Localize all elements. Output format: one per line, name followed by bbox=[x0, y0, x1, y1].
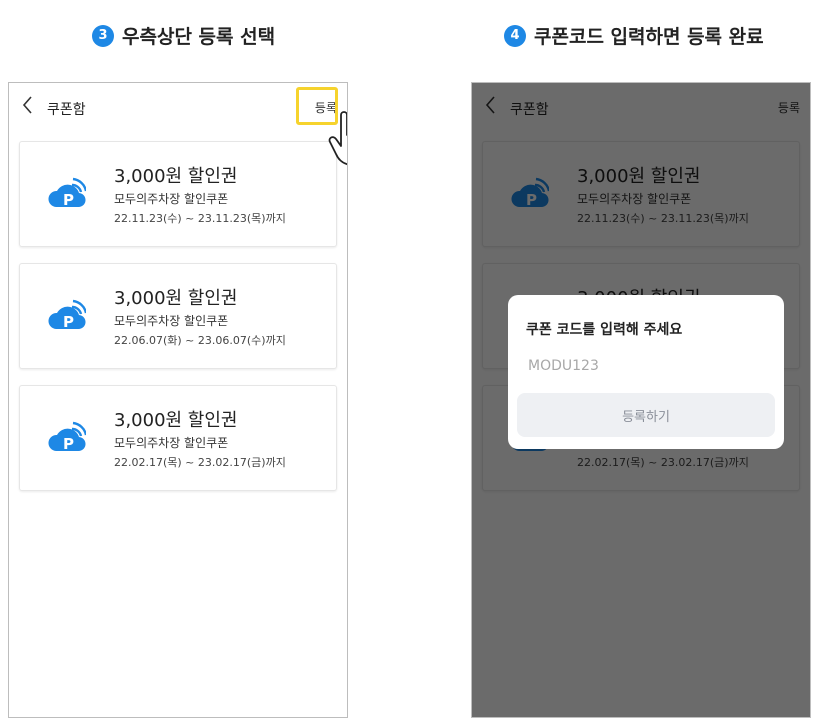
chevron-left-icon[interactable] bbox=[21, 95, 33, 120]
pointing-hand-icon bbox=[328, 111, 347, 166]
step-title: 쿠폰코드 입력하면 등록 완료 bbox=[534, 26, 764, 48]
coupon-name: 모두의주차장 할인쿠폰 bbox=[114, 314, 229, 328]
coupon-code-input[interactable]: MODU123 bbox=[528, 358, 599, 374]
step-number-badge: 4 bbox=[504, 24, 526, 47]
dialog-title: 쿠폰 코드를 입력해 주세요 bbox=[526, 322, 683, 338]
coupon-period: 22.06.07(화) ~ 23.06.07(수)까지 bbox=[114, 334, 286, 347]
coupon-card[interactable]: P 3,000원 할인권 모두의주차장 할인쿠폰 22.11.23(수) ~ 2… bbox=[19, 141, 337, 247]
step-number-badge: 3 bbox=[92, 24, 114, 47]
step-3-header: 3 우측상단 등록 선택 bbox=[92, 22, 275, 49]
coupon-register-screen: 쿠폰함 등록 P 3,000원 할인권 모두의주차장 할인쿠폰 22.11.23… bbox=[471, 82, 811, 718]
coupon-card[interactable]: P 3,000원 할인권 모두의주차장 할인쿠폰 22.06.07(화) ~ 2… bbox=[19, 263, 337, 369]
coupon-amount: 3,000원 할인권 bbox=[114, 288, 238, 309]
coupon-amount: 3,000원 할인권 bbox=[114, 410, 238, 431]
coupon-card[interactable]: P 3,000원 할인권 모두의주차장 할인쿠폰 22.02.17(목) ~ 2… bbox=[19, 385, 337, 491]
svg-text:P: P bbox=[63, 191, 74, 209]
svg-text:P: P bbox=[63, 313, 74, 331]
coupon-box-screen: 쿠폰함 등록 P 3,000원 할인권 모두의주차장 할인쿠폰 22.11.23… bbox=[8, 82, 348, 718]
step-4-header: 4 쿠폰코드 입력하면 등록 완료 bbox=[504, 22, 764, 49]
coupon-code-dialog: 쿠폰 코드를 입력해 주세요 MODU123 등록하기 bbox=[508, 295, 784, 449]
modu-parking-logo-icon: P bbox=[48, 177, 86, 209]
submit-register-button[interactable]: 등록하기 bbox=[517, 393, 775, 437]
modu-parking-logo-icon: P bbox=[48, 421, 86, 453]
modu-parking-logo-icon: P bbox=[48, 299, 86, 331]
coupon-name: 모두의주차장 할인쿠폰 bbox=[114, 192, 229, 206]
step-title: 우측상단 등록 선택 bbox=[122, 26, 276, 48]
svg-text:P: P bbox=[63, 435, 74, 453]
coupon-period: 22.02.17(목) ~ 23.02.17(금)까지 bbox=[114, 456, 286, 469]
coupon-period: 22.11.23(수) ~ 23.11.23(목)까지 bbox=[114, 212, 286, 225]
coupon-amount: 3,000원 할인권 bbox=[114, 166, 238, 187]
coupon-name: 모두의주차장 할인쿠폰 bbox=[114, 436, 229, 450]
page-title: 쿠폰함 bbox=[47, 102, 86, 118]
